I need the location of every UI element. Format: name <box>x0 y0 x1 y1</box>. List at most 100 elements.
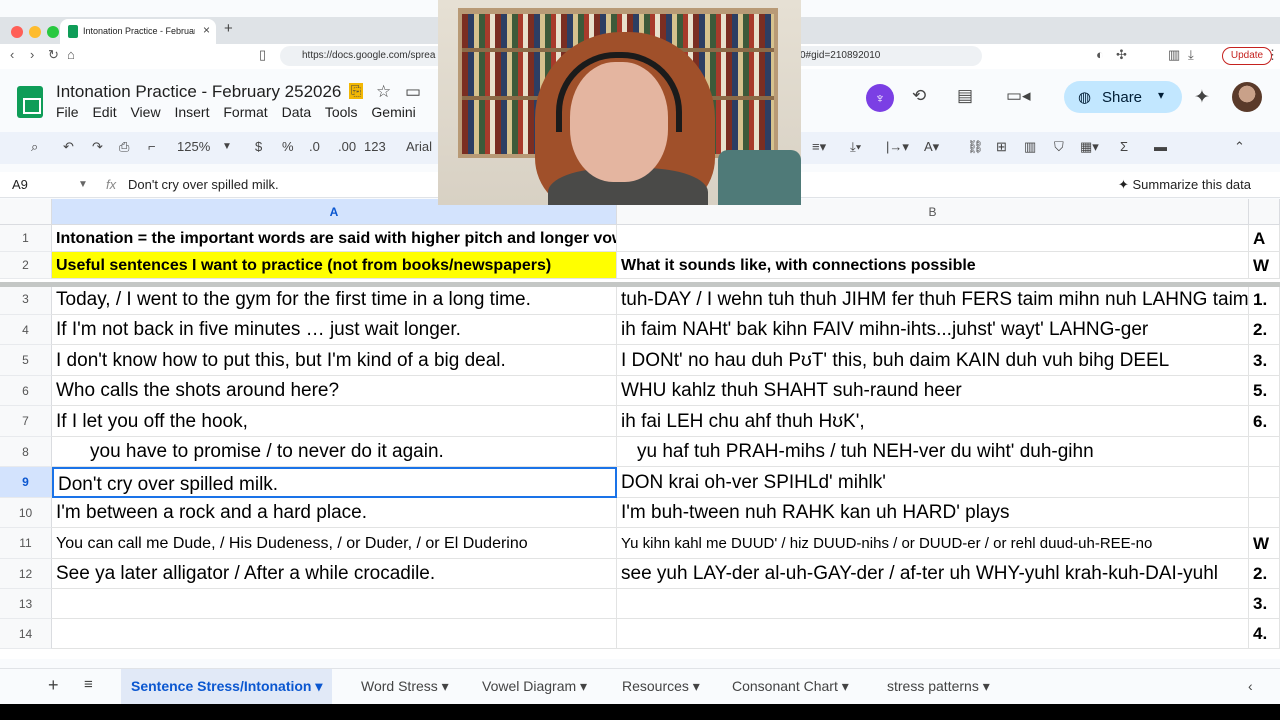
cell-b8[interactable]: yu haf tuh PRAH-mihs / tuh NEH-ver du wi… <box>617 437 1249 467</box>
star-icon[interactable]: ☆ <box>376 82 391 102</box>
cell-b11[interactable]: Yu kihn kahl me DUUD' / hiz DUUD-nihs / … <box>617 528 1249 559</box>
redo-icon[interactable]: ↷ <box>92 139 103 155</box>
sheet-tab-sentence-stress[interactable]: Sentence Stress/Intonation ▾ <box>121 669 333 704</box>
link-icon[interactable]: ⛓ <box>967 139 984 155</box>
decrease-decimal-button[interactable]: .0 <box>309 139 320 154</box>
cell-c13[interactable]: 3. <box>1249 589 1280 619</box>
cell-a7[interactable]: If I let you off the hook, <box>52 406 617 437</box>
cell-c4[interactable]: 2. <box>1249 315 1280 345</box>
cell-c7[interactable]: 6. <box>1249 406 1280 437</box>
print-icon[interactable]: ⎙ <box>119 139 129 155</box>
paint-format-icon[interactable]: ⌐ <box>148 139 156 154</box>
cell-a5[interactable]: I don't know how to put this, but I'm ki… <box>52 345 617 376</box>
cell-c8[interactable] <box>1249 437 1280 467</box>
cell-b9[interactable]: DON krai oh-ver SPIHLd' mihlk' <box>617 467 1249 498</box>
history-icon[interactable]: ⟲ <box>912 86 926 106</box>
browser-tab[interactable]: Intonation Practice - February × <box>60 19 216 44</box>
zoom-chevron-icon[interactable]: ▼ <box>222 141 232 152</box>
share-button[interactable]: ◍ Share ▾ <box>1064 81 1182 113</box>
cell-b2[interactable]: What it sounds like, with connections po… <box>617 252 1249 279</box>
comment-icon[interactable]: ⊞ <box>996 139 1007 155</box>
row-header-13[interactable]: 13 <box>0 589 52 619</box>
column-header-c[interactable] <box>1249 199 1280 225</box>
cell-c10[interactable] <box>1249 498 1280 528</box>
font-select[interactable]: Arial <box>406 139 432 154</box>
menu-data[interactable]: Data <box>282 104 312 120</box>
formula-input[interactable]: Don't cry over spilled milk. <box>128 177 279 192</box>
move-icon[interactable]: ⎘ <box>349 83 364 99</box>
number-format-button[interactable]: 123 <box>364 139 386 154</box>
cell-a3[interactable]: Today, / I went to the gym for the first… <box>52 284 617 315</box>
cell-b5[interactable]: I DONt' no hau duh PʊT' this, buh daim K… <box>617 345 1249 376</box>
row-header-10[interactable]: 10 <box>0 498 52 528</box>
update-button[interactable]: Update <box>1222 47 1272 65</box>
sheet-tab-vowel-diagram[interactable]: Vowel Diagram ▾ <box>482 678 587 695</box>
cell-a9[interactable]: Don't cry over spilled milk. <box>52 467 617 498</box>
download-icon[interactable]: ⤓ <box>1188 47 1194 63</box>
name-box-chevron-icon[interactable]: ▼ <box>78 179 88 190</box>
undo-icon[interactable]: ↶ <box>63 139 74 155</box>
cell-c9[interactable] <box>1249 467 1280 498</box>
wrap-icon[interactable]: |→▾ <box>886 139 909 155</box>
row-header-9[interactable]: 9 <box>0 467 52 498</box>
row-header-6[interactable]: 6 <box>0 376 52 406</box>
cell-a11[interactable]: You can call me Dude, / His Dudeness, / … <box>52 528 617 559</box>
row-header-4[interactable]: 4 <box>0 315 52 345</box>
cell-a1[interactable]: Intonation = the important words are sai… <box>52 225 617 252</box>
cell-c12[interactable]: 2. <box>1249 559 1280 589</box>
gemini-spark-icon[interactable]: ✦ <box>1194 86 1210 109</box>
cell-c11[interactable]: W <box>1249 528 1280 559</box>
cell-b7[interactable]: ih fai LEH chu ahf thuh HʊK', <box>617 406 1249 437</box>
functions-icon[interactable]: Σ <box>1120 139 1128 154</box>
cell-c1[interactable]: A <box>1249 225 1280 252</box>
extension-icon[interactable]: ◐ <box>1096 47 1104 62</box>
cell-b3[interactable]: tuh-DAY / I wehn tuh thuh JIHM fer thuh … <box>617 284 1249 315</box>
collapse-toolbar-icon[interactable]: ⌃ <box>1234 139 1245 155</box>
name-box[interactable]: A9 <box>12 177 28 192</box>
minimize-window-icon[interactable] <box>29 26 41 38</box>
gemini-app-icon[interactable]: ♆ <box>866 84 894 112</box>
add-sheet-icon[interactable]: + <box>48 675 59 696</box>
cell-a2[interactable]: Useful sentences I want to practice (not… <box>52 252 617 279</box>
keyboard-icon[interactable]: ▬ <box>1154 139 1167 154</box>
reload-icon[interactable]: ↻ <box>48 47 59 63</box>
meet-icon[interactable]: ▭◂ <box>1006 86 1031 106</box>
menu-file[interactable]: File <box>56 104 79 120</box>
sidebar-icon[interactable]: ▥ <box>1168 47 1180 63</box>
row-header-8[interactable]: 8 <box>0 437 52 467</box>
rotate-icon[interactable]: A▾ <box>924 139 939 155</box>
home-icon[interactable]: ⌂ <box>67 47 75 62</box>
folder-icon[interactable]: ▭ <box>405 82 421 102</box>
menu-view[interactable]: View <box>130 104 160 120</box>
cell-b14[interactable] <box>617 619 1249 649</box>
row-header-3[interactable]: 3 <box>0 284 52 315</box>
sheet-tab-stress-patterns[interactable]: stress patterns ▾ <box>887 678 990 695</box>
chart-icon[interactable]: ▥ <box>1024 139 1036 155</box>
row-header-2[interactable]: 2 <box>0 252 52 279</box>
back-icon[interactable]: ‹ <box>10 47 14 62</box>
cell-b1[interactable] <box>617 225 1249 252</box>
cell-a14[interactable] <box>52 619 617 649</box>
align-icon[interactable]: ≡▾ <box>812 139 826 155</box>
menu-tools[interactable]: Tools <box>325 104 358 120</box>
cell-c3[interactable]: 1. <box>1249 284 1280 315</box>
row-header-14[interactable]: 14 <box>0 619 52 649</box>
cell-a13[interactable] <box>52 589 617 619</box>
cell-b12[interactable]: see yuh LAY-der al-uh-GAY-der / af-ter u… <box>617 559 1249 589</box>
filter-icon[interactable]: ⛉ <box>1054 139 1064 155</box>
zoom-select[interactable]: 125% <box>177 139 210 154</box>
cell-b13[interactable] <box>617 589 1249 619</box>
puzzle-icon[interactable]: ✣ <box>1116 47 1127 63</box>
cell-a10[interactable]: I'm between a rock and a hard place. <box>52 498 617 528</box>
cell-a4[interactable]: If I'm not back in five minutes … just w… <box>52 315 617 345</box>
sheet-tab-word-stress[interactable]: Word Stress ▾ <box>361 678 449 695</box>
increase-decimal-button[interactable]: .00 <box>338 139 356 154</box>
search-menus-icon[interactable]: ⌕ <box>31 139 38 155</box>
cell-b6[interactable]: WHU kahlz thuh SHAHT suh-raund heer <box>617 376 1249 406</box>
currency-button[interactable]: $ <box>255 139 262 154</box>
row-header-11[interactable]: 11 <box>0 528 52 559</box>
close-window-icon[interactable] <box>11 26 23 38</box>
cell-c14[interactable]: 4. <box>1249 619 1280 649</box>
row-header-12[interactable]: 12 <box>0 559 52 589</box>
spreadsheet-grid[interactable]: A B 1 Intonation = the important words ar… <box>0 199 1280 659</box>
